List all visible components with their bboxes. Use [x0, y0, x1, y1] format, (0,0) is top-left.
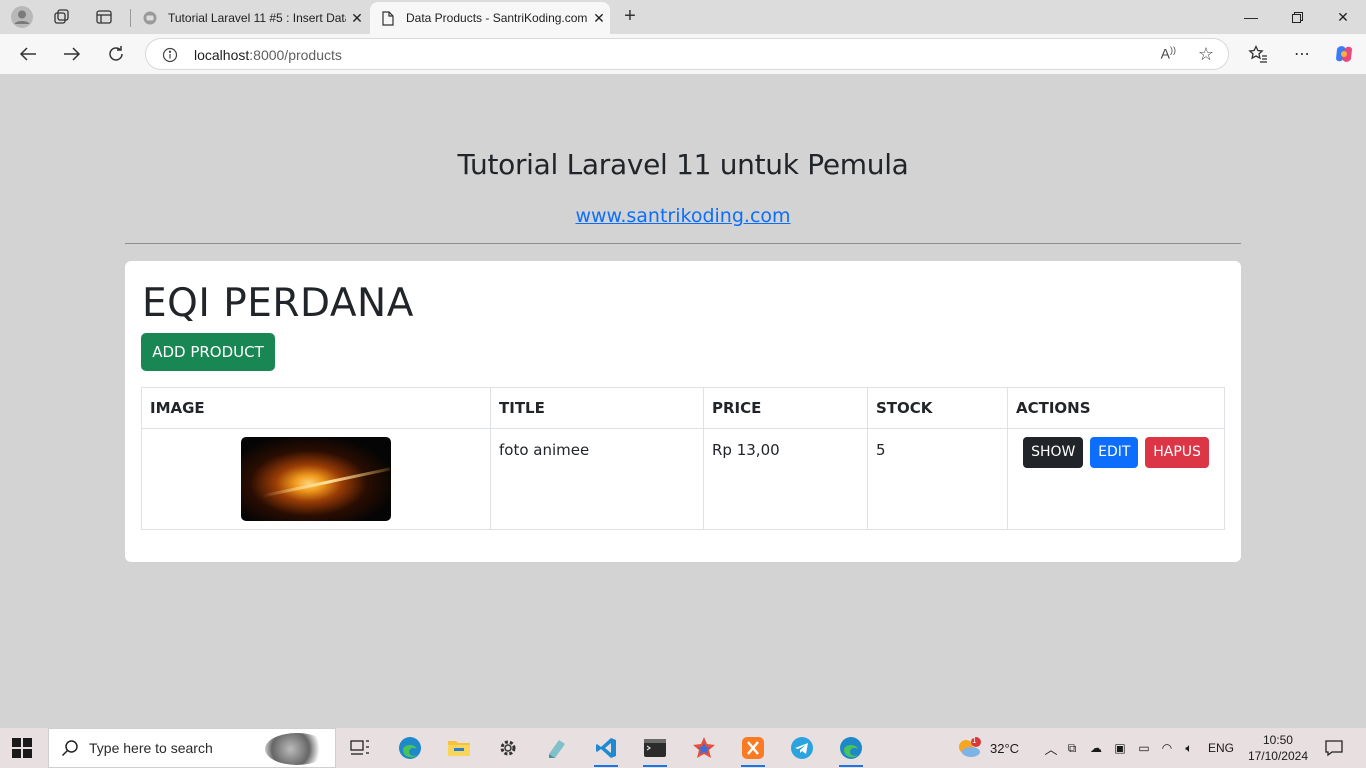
system-tray: ︿ ⧉ ☁ ▣ ▭ ◠ 🔈︎ ENG	[1042, 728, 1234, 768]
edit-button[interactable]: EDIT	[1090, 437, 1139, 468]
favorite-star-icon[interactable]: ☆	[1198, 44, 1214, 65]
url-host: localhost	[194, 47, 250, 63]
search-placeholder: Type here to search	[89, 740, 213, 756]
profile-icon[interactable]	[10, 5, 34, 29]
add-product-button[interactable]: ADD PRODUCT	[141, 333, 275, 371]
show-button[interactable]: SHOW	[1023, 437, 1084, 468]
edge-active-icon[interactable]	[835, 732, 867, 767]
products-table: IMAGE TITLE PRICE STOCK ACTIONS foto ani…	[141, 387, 1225, 530]
settings-gear-icon[interactable]	[492, 732, 524, 764]
new-tab-button[interactable]: +	[618, 5, 642, 27]
divider	[125, 243, 1241, 244]
task-view-icon[interactable]	[344, 732, 376, 764]
close-window-button[interactable]: ✕	[1320, 0, 1366, 34]
minimize-button[interactable]: —	[1228, 0, 1274, 34]
vscode-icon[interactable]	[590, 732, 622, 767]
tab-divider	[130, 9, 131, 27]
url-text[interactable]: localhost:8000/products	[194, 47, 342, 63]
language-indicator[interactable]: ENG	[1208, 741, 1234, 755]
site-info-icon[interactable]	[162, 47, 178, 63]
wifi-icon[interactable]: ◠	[1156, 741, 1178, 755]
weather-badge: 1	[972, 736, 977, 745]
url-path: :8000/products	[249, 47, 342, 63]
read-aloud-icon[interactable]: A))	[1161, 45, 1176, 62]
tray-app-icon[interactable]: ⧉	[1060, 741, 1084, 756]
site-link-text[interactable]: www.santrikoding.com	[575, 205, 790, 227]
product-stock: 5	[867, 428, 1008, 530]
close-tab-icon[interactable]: ✕	[346, 10, 368, 27]
favorites-icon[interactable]	[1246, 42, 1270, 66]
display-icon[interactable]: ▣	[1108, 741, 1132, 755]
more-menu-icon[interactable]: ⋯	[1290, 42, 1314, 66]
star-app-icon[interactable]	[688, 732, 720, 764]
browser-toolbar: localhost:8000/products A)) ☆ ⋯	[0, 34, 1366, 74]
product-actions-cell: SHOW EDIT HAPUS	[1007, 428, 1225, 530]
taskbar-search-box[interactable]: Type here to search	[48, 728, 336, 768]
tab-title: Tutorial Laravel 11 #5 : Insert Data	[168, 11, 346, 25]
product-price: Rp 13,00	[703, 428, 868, 530]
back-button[interactable]	[16, 42, 40, 66]
search-highlight-image	[265, 733, 329, 765]
windows-start-icon[interactable]	[12, 738, 32, 758]
refresh-button[interactable]	[104, 42, 128, 66]
system-clock[interactable]: 10:50 17/10/2024	[1248, 732, 1308, 764]
workspaces-icon[interactable]	[50, 5, 74, 29]
weather-widget[interactable]: 1 32°C	[956, 728, 1019, 768]
notepad-app-icon[interactable]	[541, 732, 573, 764]
site-favicon-icon	[142, 10, 158, 26]
column-header-title: TITLE	[490, 387, 704, 429]
site-link[interactable]: www.santrikoding.com	[4, 205, 1362, 227]
show-hidden-icons-chevron-up-icon[interactable]: ︿	[1042, 739, 1060, 758]
telegram-icon[interactable]	[786, 732, 818, 764]
restore-button[interactable]	[1274, 0, 1320, 34]
taskbar: Type here to search 1 32°C ︿ ⧉ ☁ ▣ ▭ ◠ 🔈…	[0, 728, 1366, 768]
product-title: foto animee	[490, 428, 704, 530]
xampp-icon[interactable]	[737, 732, 769, 767]
clock-date: 17/10/2024	[1247, 749, 1308, 763]
tab-title: Data Products - SantriKoding.com	[406, 11, 588, 25]
search-icon	[61, 740, 78, 757]
clock-time: 10:50	[1262, 733, 1293, 747]
forward-button[interactable]	[60, 42, 84, 66]
page-viewport: Tutorial Laravel 11 untuk Pemula www.san…	[4, 74, 1362, 726]
table-header-row: IMAGE TITLE PRICE STOCK ACTIONS	[141, 387, 1225, 429]
browser-tab-strip: Tutorial Laravel 11 #5 : Insert Data ✕ D…	[0, 0, 1366, 34]
weather-icon	[959, 737, 981, 757]
column-header-stock: STOCK	[867, 387, 1008, 429]
battery-icon[interactable]: ▭	[1132, 741, 1156, 755]
product-image-cell	[141, 428, 491, 530]
copilot-icon[interactable]	[1332, 42, 1356, 66]
products-card: EQI PERDANA ADD PRODUCT IMAGE TITLE PRIC…	[125, 261, 1241, 562]
file-explorer-icon[interactable]	[443, 732, 475, 764]
edge-browser-icon[interactable]	[394, 732, 426, 764]
weather-temperature: 32°C	[990, 740, 1020, 756]
onedrive-icon[interactable]: ☁	[1084, 741, 1108, 755]
address-bar[interactable]: localhost:8000/products A)) ☆	[145, 38, 1229, 70]
close-tab-icon[interactable]: ✕	[588, 10, 610, 27]
tab-data-products[interactable]: Data Products - SantriKoding.com ✕	[370, 2, 610, 34]
page-icon	[380, 10, 396, 26]
notification-center-icon[interactable]	[1318, 732, 1350, 764]
tab-tutorial-laravel[interactable]: Tutorial Laravel 11 #5 : Insert Data ✕	[132, 2, 368, 34]
volume-icon[interactable]: 🔈︎	[1178, 741, 1200, 756]
column-header-price: PRICE	[703, 387, 868, 429]
tab-actions-icon[interactable]	[92, 5, 116, 29]
owner-name: EQI PERDANA	[142, 281, 414, 326]
column-header-actions: ACTIONS	[1007, 387, 1225, 429]
column-header-image: IMAGE	[141, 387, 491, 429]
page-title: Tutorial Laravel 11 untuk Pemula	[457, 148, 909, 181]
product-image	[241, 437, 391, 521]
delete-button[interactable]: HAPUS	[1145, 437, 1209, 468]
terminal-icon[interactable]	[639, 732, 671, 767]
table-row: foto animee Rp 13,00 5 SHOW EDIT HAPUS	[141, 428, 1225, 530]
